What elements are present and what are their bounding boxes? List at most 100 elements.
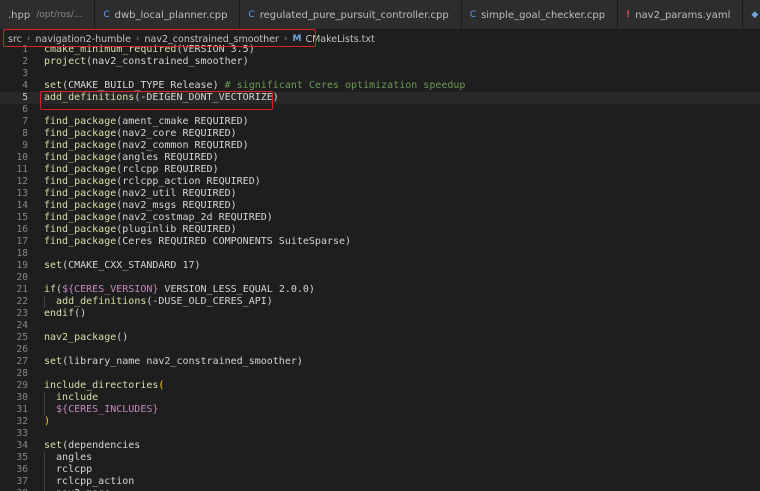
- code-line[interactable]: 29 include_directories(: [0, 380, 760, 392]
- code-token: (nav2_util REQUIRED): [116, 188, 237, 199]
- code-line[interactable]: 26: [0, 344, 760, 356]
- line-number: 2: [22, 56, 28, 67]
- code-token: (nav2_msgs REQUIRED): [116, 200, 237, 211]
- code-line[interactable]: 4 set(CMAKE_BUILD_TYPE Release) # signifi…: [0, 80, 760, 92]
- code-token: find_package: [44, 236, 117, 247]
- line-number: 9: [22, 140, 28, 151]
- cmake-file-icon: M: [292, 34, 302, 44]
- tab-0[interactable]: .hpp/opt/ros/...: [0, 0, 96, 29]
- code-line[interactable]: 9 find_package(nav2_common REQUIRED): [0, 140, 760, 152]
- tab-5[interactable]: ◆navigation2.launch.py: [743, 0, 760, 29]
- code-line[interactable]: 32): [0, 416, 760, 428]
- tab-label: simple_goal_checker.cpp: [481, 9, 606, 21]
- code-token: (-DEIGEN_DONT_VECTORIZE): [134, 92, 279, 103]
- code-line[interactable]: 33: [0, 428, 760, 440]
- line-number: 31: [16, 404, 28, 415]
- tab-1[interactable]: Cdwb_local_planner.cpp: [95, 0, 241, 29]
- tab-4[interactable]: ! nav2_params.yaml: [618, 0, 744, 29]
- code-editor[interactable]: 1 cmake_minimum_required(VERSION 3.5) 2 pro…: [0, 44, 760, 491]
- code-line[interactable]: 2 project(nav2_constrained_smoother): [0, 56, 760, 68]
- breadcrumb-item-nav2-constrained-smoother[interactable]: nav2_constrained_smoother: [145, 34, 279, 45]
- code-token: set: [44, 80, 63, 91]
- code-line[interactable]: 37 rclcpp_action: [0, 476, 760, 488]
- code-text: find_package(angles REQUIRED): [44, 152, 219, 164]
- code-token: if: [44, 284, 57, 295]
- code-token: find_package: [44, 224, 117, 235]
- code-line[interactable]: 35 angles: [0, 452, 760, 464]
- code-line[interactable]: 18: [0, 248, 760, 260]
- python-file-icon: ◆: [751, 10, 759, 20]
- breadcrumb-item-src[interactable]: src: [8, 34, 22, 45]
- breadcrumb-item-file[interactable]: CMakeLists.txt: [305, 34, 374, 45]
- code-line[interactable]: 11 find_package(rclcpp REQUIRED): [0, 164, 760, 176]
- code-token: (): [116, 332, 129, 343]
- breadcrumb-item-navigation2-humble[interactable]: navigation2-humble: [35, 34, 130, 45]
- code-line[interactable]: 13 find_package(nav2_util REQUIRED): [0, 188, 760, 200]
- code-line[interactable]: 1 cmake_minimum_required(VERSION 3.5): [0, 44, 760, 56]
- code-line[interactable]: 5 add_definitions(-DEIGEN_DONT_VECTORIZE): [0, 92, 760, 104]
- code-line[interactable]: 25 nav2_package(): [0, 332, 760, 344]
- code-token: angles: [44, 452, 93, 463]
- code-text: cmake_minimum_required(VERSION 3.5): [44, 44, 255, 56]
- code-token: (ament_cmake REQUIRED): [116, 116, 249, 127]
- code-text: angles: [44, 452, 92, 464]
- code-line[interactable]: 8 find_package(nav2_core REQUIRED): [0, 128, 760, 140]
- line-number: 26: [16, 344, 28, 355]
- code-line[interactable]: 28: [0, 368, 760, 380]
- tab-path: /opt/ros/...: [36, 10, 83, 20]
- code-text: find_package(nav2_costmap_2d REQUIRED): [44, 212, 273, 224]
- code-line[interactable]: 17 find_package(Ceres REQUIRED COMPONENTS…: [0, 236, 760, 248]
- code-line[interactable]: 27 set(library_name nav2_constrained_smoo…: [0, 356, 760, 368]
- code-token: (rclcpp_action REQUIRED): [116, 176, 261, 187]
- code-line[interactable]: 31 ${CERES_INCLUDES}: [0, 404, 760, 416]
- code-line[interactable]: 12 find_package(rclcpp_action REQUIRED): [0, 176, 760, 188]
- code-token: set: [44, 440, 63, 451]
- code-token: add_definitions: [56, 296, 147, 307]
- code-text: endif(): [44, 308, 86, 320]
- tab-2[interactable]: Cregulated_pure_pursuit_controller.cpp: [240, 0, 462, 29]
- code-text: find_package(rclcpp REQUIRED): [44, 164, 219, 176]
- code-text: include_directories(: [44, 380, 164, 392]
- code-token: ): [44, 416, 51, 427]
- code-line[interactable]: 14 find_package(nav2_msgs REQUIRED): [0, 200, 760, 212]
- code-token: find_package: [44, 128, 117, 139]
- tab-label: regulated_pure_pursuit_controller.cpp: [259, 9, 449, 21]
- code-token: set: [44, 356, 63, 367]
- line-number: 20: [16, 272, 28, 283]
- code-line[interactable]: 6: [0, 104, 760, 116]
- code-token: endif: [44, 308, 75, 319]
- code-token: (rclcpp REQUIRED): [116, 164, 219, 175]
- line-number: 17: [16, 236, 28, 247]
- code-line[interactable]: 10 find_package(angles REQUIRED): [0, 152, 760, 164]
- code-token: ${CERES_INCLUDES}: [44, 404, 159, 415]
- code-token: project: [44, 56, 87, 67]
- line-number: 34: [16, 440, 28, 451]
- code-line[interactable]: 23 endif(): [0, 308, 760, 320]
- code-token: (Ceres REQUIRED COMPONENTS SuiteSparse): [116, 236, 352, 247]
- code-line[interactable]: 3: [0, 68, 760, 80]
- code-text: if(${CERES_VERSION} VERSION_LESS_EQUAL 2…: [44, 284, 315, 296]
- code-text: add_definitions(-DEIGEN_DONT_VECTORIZE): [44, 92, 279, 104]
- chevron-right-icon: ›: [26, 34, 31, 44]
- line-number: 21: [16, 284, 28, 295]
- code-line[interactable]: 22 add_definitions(-DUSE_OLD_CERES_API): [0, 296, 760, 308]
- line-number: 18: [16, 248, 28, 259]
- line-number: 8: [22, 128, 28, 139]
- code-line[interactable]: 21 if(${CERES_VERSION} VERSION_LESS_EQUAL…: [0, 284, 760, 296]
- code-line[interactable]: 24: [0, 320, 760, 332]
- code-line[interactable]: 36 rclcpp: [0, 464, 760, 476]
- line-number: 24: [16, 320, 28, 331]
- code-line[interactable]: 16 find_package(pluginlib REQUIRED): [0, 224, 760, 236]
- code-line[interactable]: 7 find_package(ament_cmake REQUIRED): [0, 116, 760, 128]
- code-token: (CMAKE_CXX_STANDARD 17): [62, 260, 201, 271]
- code-line[interactable]: 30 include: [0, 392, 760, 404]
- code-line[interactable]: 34 set(dependencies: [0, 440, 760, 452]
- code-line[interactable]: 20: [0, 272, 760, 284]
- code-token: (pluginlib REQUIRED): [116, 224, 237, 235]
- tab-3[interactable]: Csimple_goal_checker.cpp: [461, 0, 619, 29]
- code-token: find_package: [44, 176, 117, 187]
- code-line[interactable]: 15 find_package(nav2_costmap_2d REQUIRED): [0, 212, 760, 224]
- code-line[interactable]: 19 set(CMAKE_CXX_STANDARD 17): [0, 260, 760, 272]
- code-token: find_package: [44, 152, 117, 163]
